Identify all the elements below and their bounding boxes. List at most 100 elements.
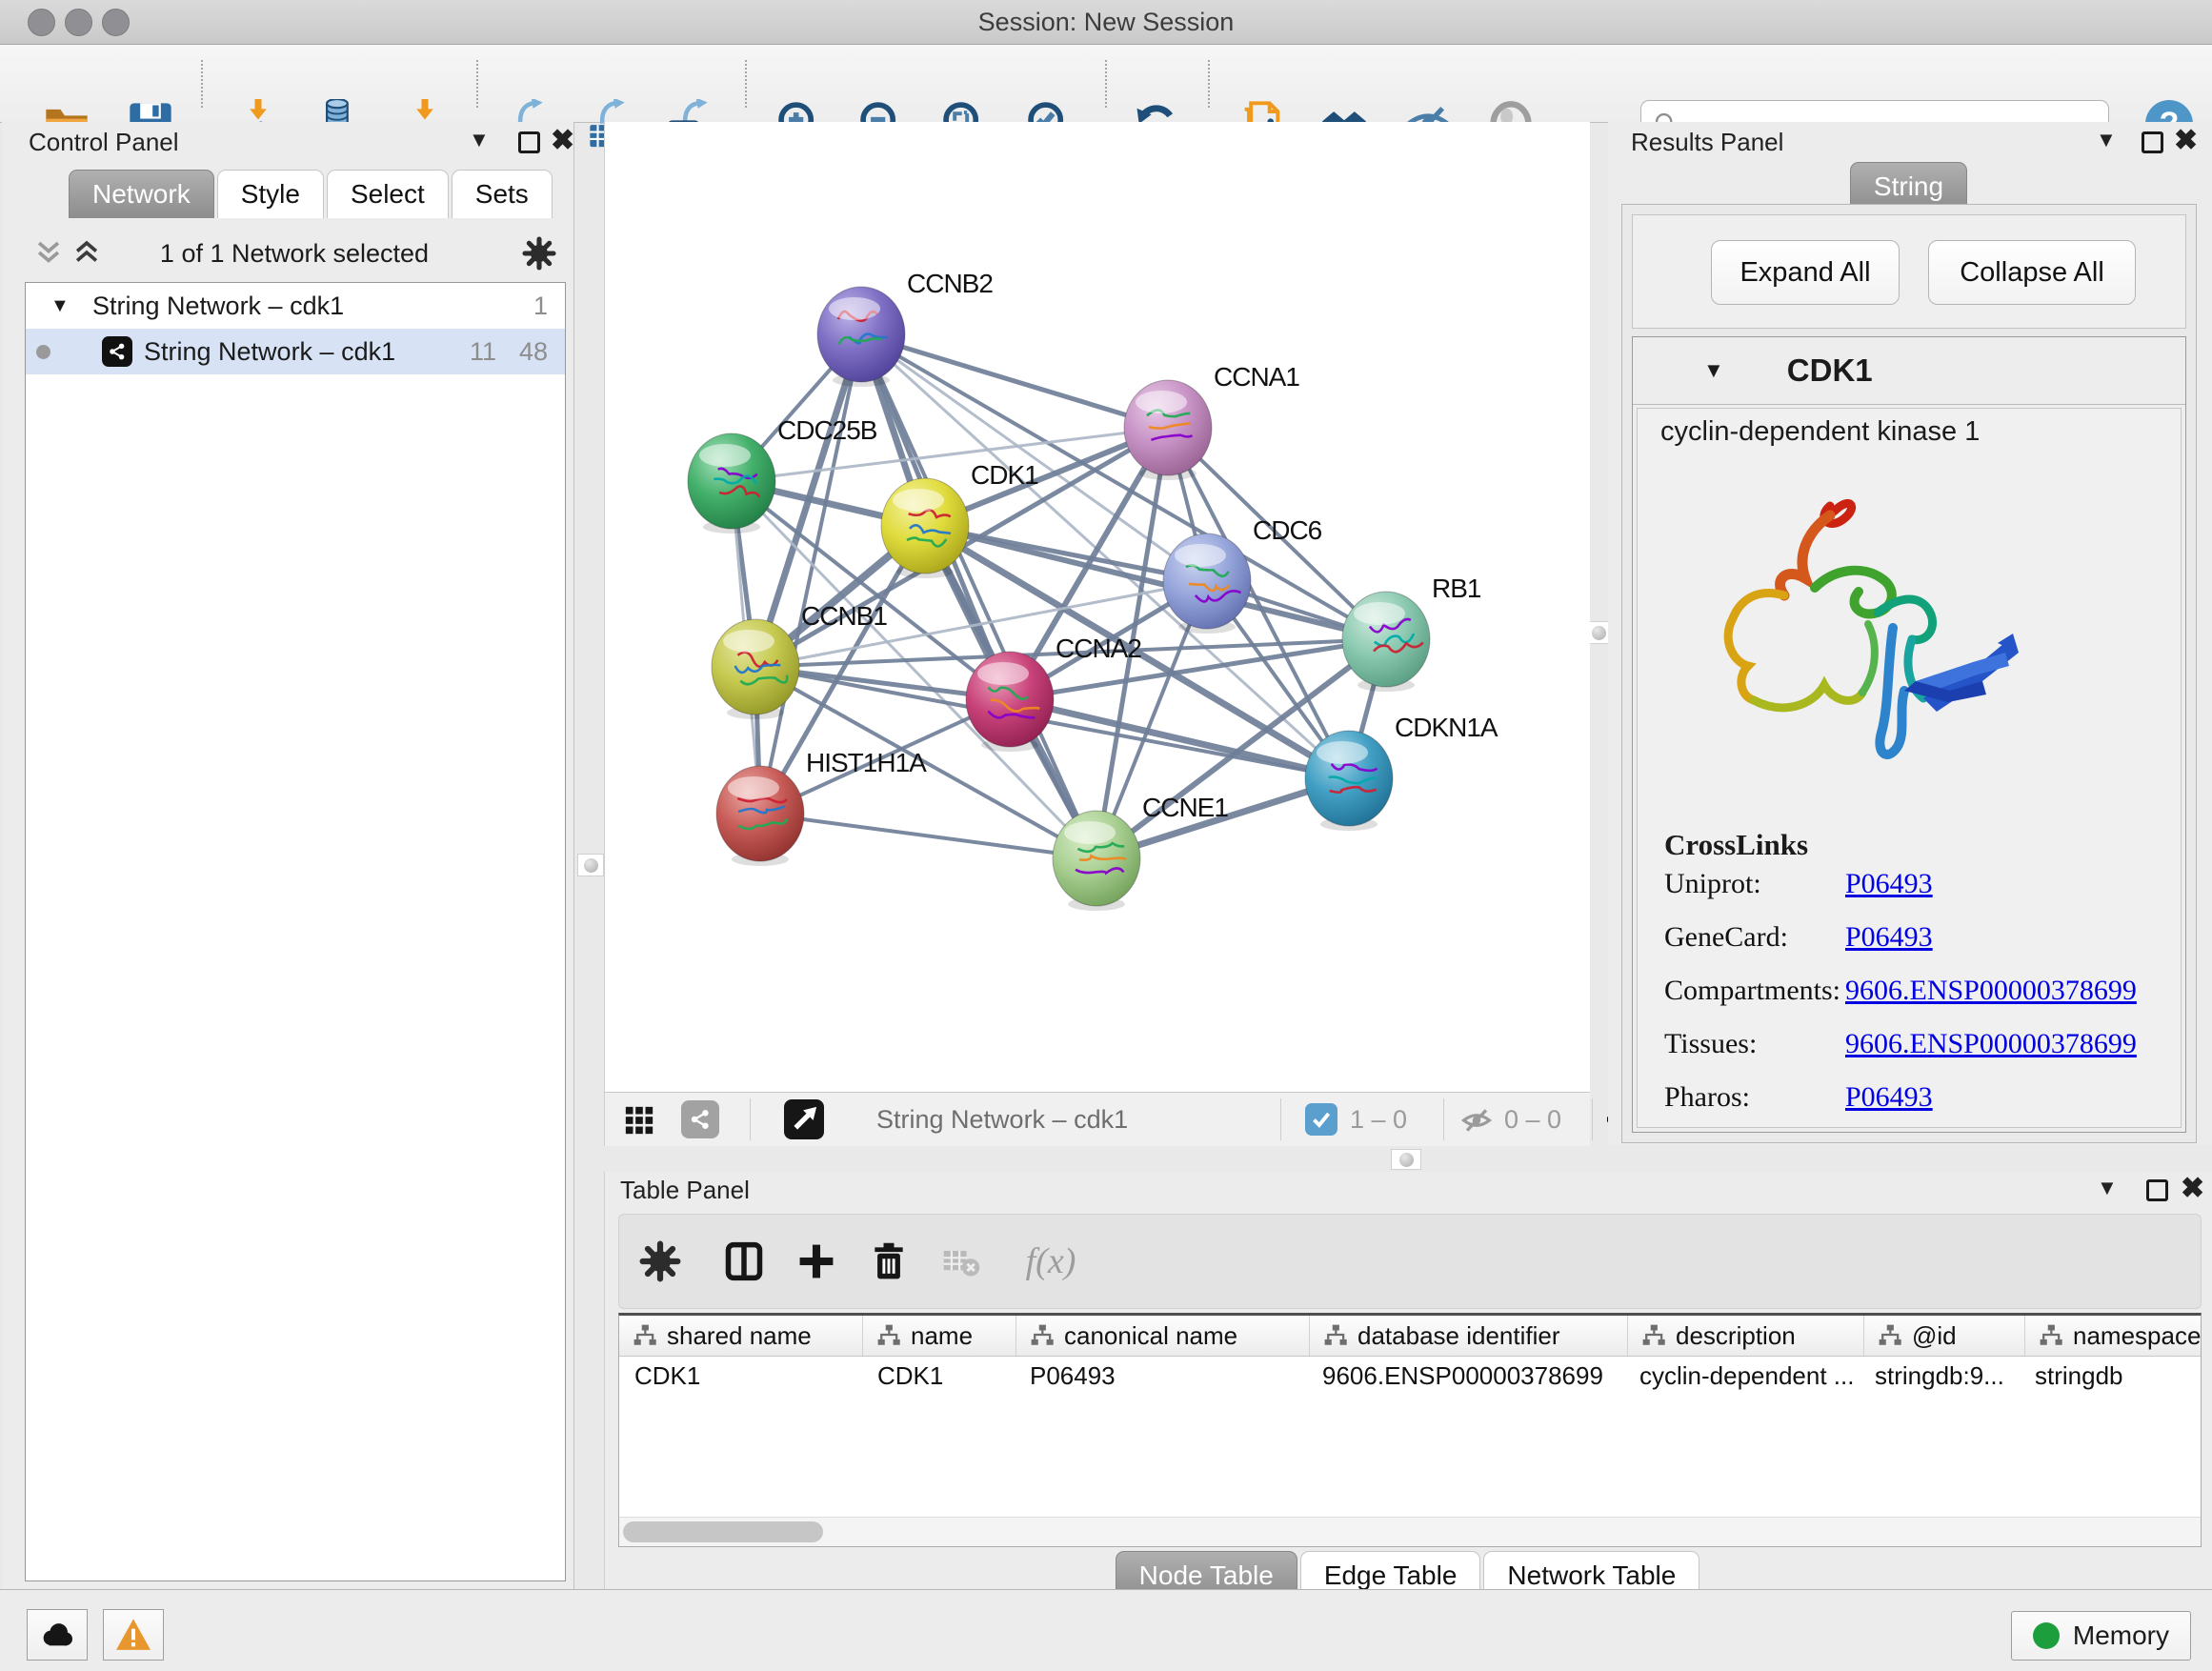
settings-gear-icon[interactable]	[636, 1238, 684, 1285]
tab-select[interactable]: Select	[327, 170, 449, 218]
toolbar-separator	[201, 60, 203, 108]
control-panel-tabs: Network Style Select Sets	[69, 170, 555, 218]
add-column-icon[interactable]	[793, 1238, 840, 1285]
cloud-button[interactable]	[27, 1609, 88, 1661]
collapse-all-button[interactable]: Collapse All	[1928, 240, 2136, 305]
settings-gear-icon[interactable]	[522, 236, 556, 271]
expand-all-button[interactable]: Expand All	[1711, 240, 1900, 305]
network-collection-row[interactable]: ▼ String Network – cdk1 1	[26, 283, 565, 329]
cell-name[interactable]: CDK1	[862, 1361, 1015, 1391]
hidden-eye-icon[interactable]	[1460, 1104, 1493, 1137]
tree-expand-icon[interactable]: ▼	[50, 295, 70, 317]
table-toolbar: f(x)	[618, 1214, 2202, 1309]
panel-close-icon[interactable]: ✖	[551, 124, 574, 157]
crosslink-link[interactable]: P06493	[1845, 921, 1933, 954]
crosslinks-title: CrossLinks	[1664, 828, 1808, 862]
results-panel: Results Panel ▼ ✖ String Expand All Coll…	[1608, 122, 2212, 1145]
cell-description[interactable]: cyclin-dependent ...	[1624, 1361, 1860, 1391]
tab-network[interactable]: Network	[69, 170, 214, 218]
tree-column-icon	[1323, 1323, 1348, 1348]
footer-separator	[1443, 1098, 1444, 1140]
columns-icon[interactable]	[720, 1238, 768, 1285]
memory-button[interactable]: Memory	[2011, 1611, 2191, 1661]
crosslink-row: Uniprot:P06493	[1638, 868, 2181, 921]
crosslink-row: Pharos:P06493	[1638, 1081, 2181, 1135]
main-toolbar: ?	[0, 45, 2212, 123]
node-label-CDC25B: CDC25B	[777, 415, 877, 445]
bottom-splitter-handle[interactable]	[1391, 1149, 1421, 1170]
column-header-namespace[interactable]: namespace	[2025, 1316, 2202, 1356]
crosslink-link[interactable]: 9606.ENSP00000378699	[1845, 975, 2137, 1007]
crosslink-row: Compartments:9606.ENSP00000378699	[1638, 975, 2181, 1028]
panel-float-icon[interactable]	[2146, 1179, 2168, 1201]
network-view-toolbar: String Network – cdk1 1 – 0 0 – 0	[604, 1092, 1590, 1146]
string-app-icon	[102, 336, 132, 367]
network-list-toolbar: 1 of 1 Network selected	[25, 229, 564, 278]
panel-float-icon[interactable]	[518, 131, 540, 153]
node-label-CDKN1A: CDKN1A	[1395, 713, 1498, 742]
tab-sets[interactable]: Sets	[452, 170, 553, 218]
node-label-CCNE1: CCNE1	[1142, 793, 1228, 822]
table-panel-title: Table Panel	[620, 1176, 750, 1205]
tab-style[interactable]: Style	[217, 170, 324, 218]
cytoscape-window: Session: New Session	[0, 0, 2212, 1671]
delete-column-icon[interactable]	[865, 1238, 913, 1285]
column-header--id[interactable]: @id	[1864, 1316, 2025, 1356]
function-builder-icon: f(x)	[1008, 1238, 1094, 1285]
network-row-selected[interactable]: String Network – cdk1 11 48	[26, 329, 565, 374]
panel-collapse-icon[interactable]: ▼	[2097, 1176, 2118, 1200]
network-canvas[interactable]: CCNB2CCNA1CDC25BCDK1CDC6RB1CCNB1CCNA2CDK…	[604, 122, 1590, 1092]
node-label-HIST1H1A: HIST1H1A	[806, 748, 927, 777]
section-collapse-icon[interactable]: ▼	[1703, 358, 1724, 383]
status-bar: Memory	[0, 1589, 2212, 1671]
column-header-name[interactable]: name	[863, 1316, 1016, 1356]
node-label-RB1: RB1	[1432, 574, 1481, 603]
share-view-icon[interactable]	[681, 1100, 719, 1138]
cell--id[interactable]: stringdb:9...	[1860, 1361, 2020, 1391]
table-row[interactable]: CDK1CDK1P064939606.ENSP00000378699cyclin…	[619, 1357, 2201, 1395]
crosslink-link[interactable]: P06493	[1845, 1081, 1933, 1114]
gene-section-header[interactable]: ▼ CDK1	[1633, 337, 2185, 405]
crosslink-link[interactable]: P06493	[1845, 868, 1933, 900]
gene-card: cyclin-dependent kinase 1	[1637, 408, 2182, 1128]
cell-shared-name[interactable]: CDK1	[619, 1361, 862, 1391]
footer-separator	[1592, 1098, 1593, 1140]
left-splitter-handle[interactable]	[577, 854, 604, 876]
network-label: String Network – cdk1	[144, 337, 395, 367]
node-label-CCNB2: CCNB2	[907, 269, 993, 298]
crosslink-row: GeneCard:P06493	[1638, 921, 2181, 975]
cell-canonical-name[interactable]: P06493	[1015, 1361, 1307, 1391]
cell-namespace[interactable]: stringdb	[2020, 1361, 2202, 1391]
toolbar-separator	[1105, 60, 1107, 108]
footer-separator	[750, 1098, 751, 1140]
tree-column-icon	[1641, 1323, 1666, 1348]
panel-float-icon[interactable]	[2142, 131, 2163, 153]
node-label-CCNA2: CCNA2	[1056, 634, 1141, 663]
string-network-graph[interactable]: CCNB2CCNA1CDC25BCDK1CDC6RB1CCNB1CCNA2CDK…	[605, 122, 1590, 1092]
column-header-shared-name[interactable]: shared name	[619, 1316, 863, 1356]
panel-collapse-icon[interactable]: ▼	[469, 128, 490, 152]
column-header-canonical-name[interactable]: canonical name	[1016, 1316, 1310, 1356]
selected-checkbox[interactable]	[1305, 1103, 1337, 1136]
selected-ratio: 1 – 0	[1350, 1093, 1407, 1146]
collection-label: String Network – cdk1	[92, 292, 344, 321]
birdseye-icon[interactable]	[784, 1099, 824, 1139]
horizontal-scrollbar[interactable]	[619, 1517, 2201, 1546]
warning-button[interactable]	[103, 1609, 164, 1661]
panel-close-icon[interactable]: ✖	[2181, 1172, 2204, 1205]
scrollbar-thumb[interactable]	[623, 1521, 823, 1542]
network-state-dot	[36, 345, 50, 359]
panel-collapse-icon[interactable]: ▼	[2096, 128, 2117, 152]
gene-description: cyclin-dependent kinase 1	[1660, 416, 1980, 448]
gene-name: CDK1	[1787, 352, 1873, 389]
toolbar-separator	[1208, 60, 1210, 108]
column-header-database-identifier[interactable]: database identifier	[1310, 1316, 1628, 1356]
node-table[interactable]: shared namenamecanonical namedatabase id…	[618, 1313, 2202, 1547]
panel-close-icon[interactable]: ✖	[2174, 124, 2198, 157]
cell-database-identifier[interactable]: 9606.ENSP00000378699	[1307, 1361, 1624, 1391]
column-header-description[interactable]: description	[1628, 1316, 1864, 1356]
window-title: Session: New Session	[0, 0, 2212, 44]
crosslink-link[interactable]: 9606.ENSP00000378699	[1845, 1028, 2137, 1060]
toolbar-separator	[476, 60, 478, 108]
grid-view-icon[interactable]	[623, 1104, 655, 1137]
